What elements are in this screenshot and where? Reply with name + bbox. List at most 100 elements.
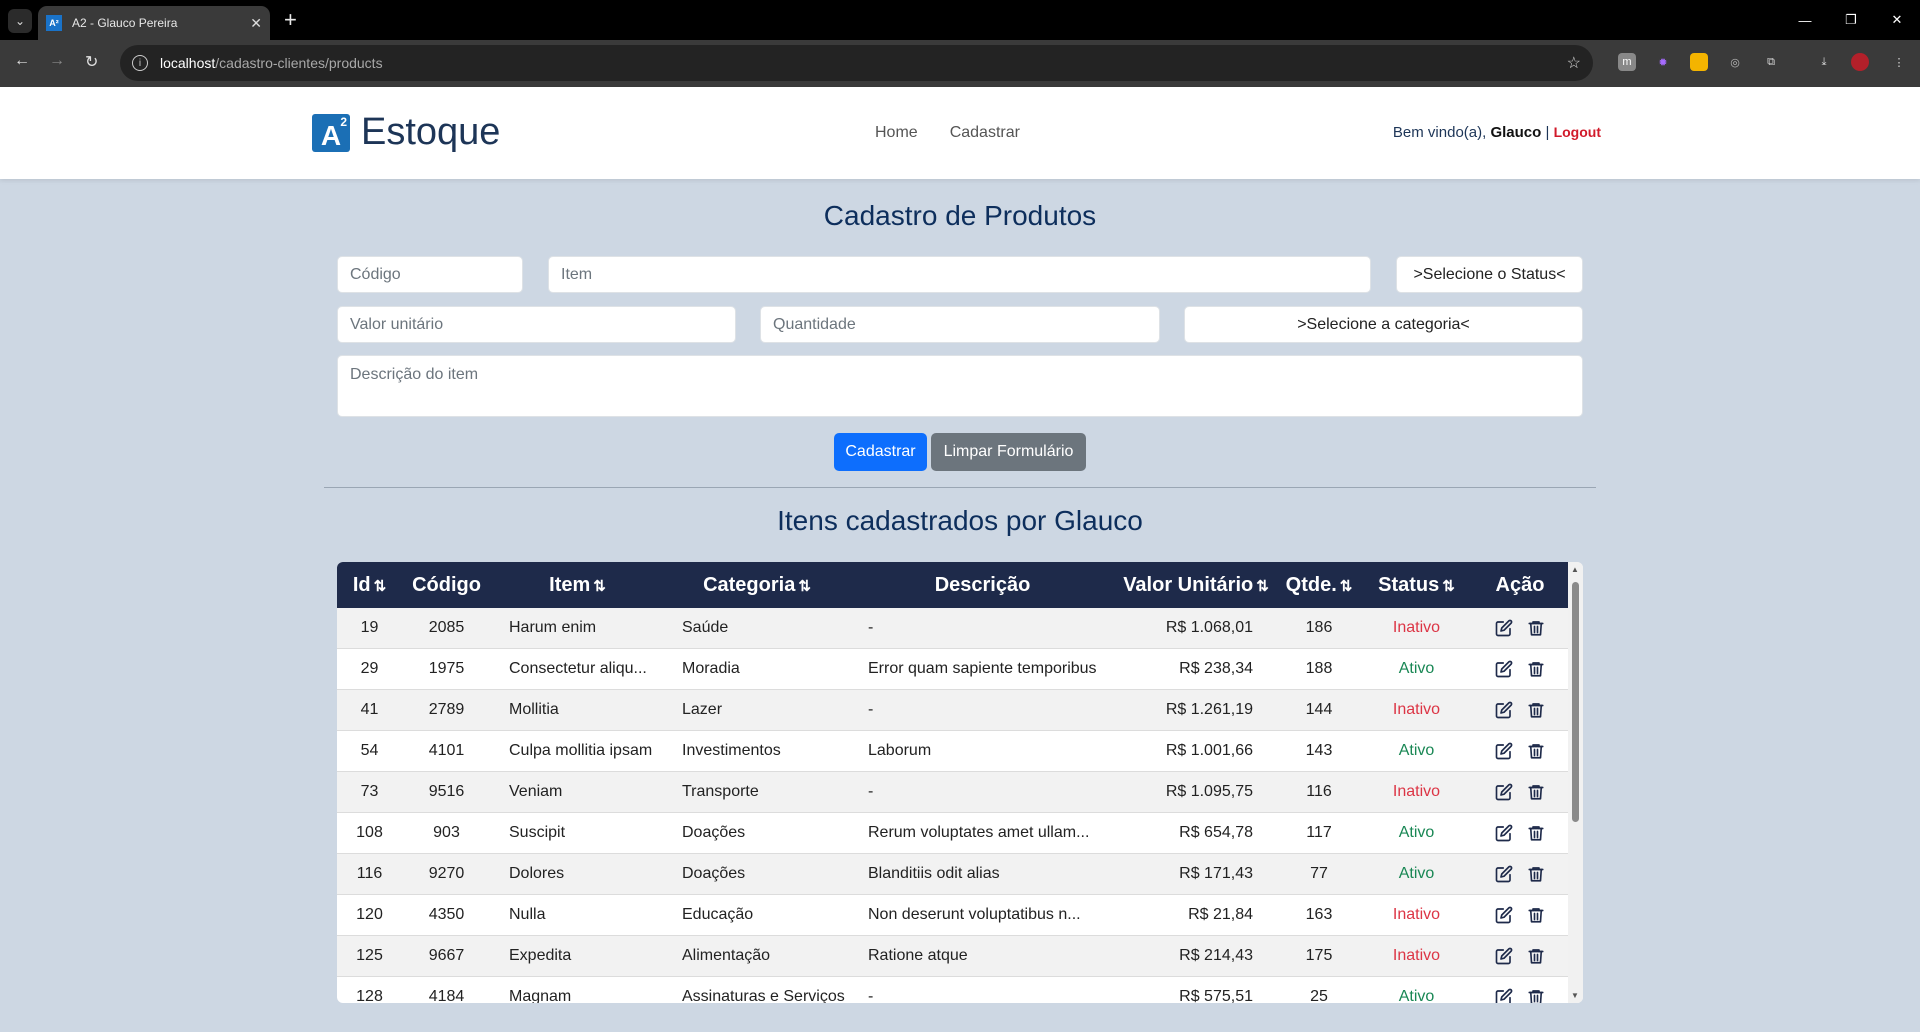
cell-descricao: - [868,783,874,800]
table-scrollbar[interactable]: ▲ ▼ [1568,562,1583,1003]
scroll-down-icon[interactable]: ▼ [1571,991,1579,1000]
trash-icon[interactable] [1527,742,1545,760]
tab-list-button[interactable]: ⌄ [8,9,32,33]
extension-glasses-icon[interactable]: ◎ [1726,53,1744,71]
reload-icon[interactable]: ↻ [85,52,98,72]
trash-icon[interactable] [1527,865,1545,883]
table-row: 41 2789 Mollitia Lazer - R$ 1.261,19 144 Inativ… [337,690,1568,731]
cell-item: Dolores [509,865,565,882]
edit-icon[interactable] [1495,619,1513,637]
status-select[interactable]: >Selecione o Status< [1396,256,1583,293]
col-header-categoria[interactable]: Categoria ⇅ [664,574,850,597]
tab-close-icon[interactable]: ✕ [250,15,262,32]
cell-codigo: 9667 [428,947,465,964]
status-badge: Ativo [1398,660,1435,677]
download-icon[interactable]: ⤓ [1815,53,1833,71]
cell-valor: R$ 238,34 [1179,660,1253,677]
trash-icon[interactable] [1527,783,1545,801]
profile-avatar[interactable] [1851,53,1869,71]
cell-codigo: 2789 [428,701,465,718]
sort-icon[interactable]: ⇅ [798,578,811,595]
cell-id: 54 [360,742,379,759]
edit-icon[interactable] [1495,824,1513,842]
trash-icon[interactable] [1527,660,1545,678]
sort-icon[interactable]: ⇅ [374,578,387,595]
minimize-icon[interactable]: — [1782,0,1828,40]
cell-acao [1472,906,1568,924]
status-badge: Ativo [1398,988,1435,1003]
edit-icon[interactable] [1495,988,1513,1003]
status-badge: Ativo [1398,865,1435,882]
cell-acao [1472,824,1568,842]
col-header-qtde[interactable]: Qtde. ⇅ [1277,574,1361,597]
trash-icon[interactable] [1527,988,1545,1003]
browser-menu-icon[interactable]: ⋮ [1890,53,1908,71]
edit-icon[interactable] [1495,701,1513,719]
app-header: A2 Estoque Home Cadastrar Bem vindo(a), … [0,87,1920,179]
close-window-icon[interactable]: ✕ [1874,0,1920,40]
cell-categoria: Doações [682,865,746,882]
cell-categoria: Doações [682,824,746,841]
sort-icon[interactable]: ⇅ [1256,578,1269,595]
edit-icon[interactable] [1495,783,1513,801]
cell-id: 116 [356,865,383,882]
trash-icon[interactable] [1527,619,1545,637]
sort-icon[interactable]: ⇅ [1340,578,1353,595]
cell-categoria: Saúde [682,619,729,636]
cell-qtde: 175 [1305,947,1333,964]
scroll-thumb[interactable] [1572,582,1579,822]
sort-icon[interactable]: ⇅ [593,578,606,595]
col-header-id[interactable]: Id ⇅ [337,574,402,597]
trash-icon[interactable] [1527,701,1545,719]
limpar-formulario-button[interactable]: Limpar Formulário [931,433,1086,471]
table-row: 19 2085 Harum enim Saúde - R$ 1.068,01 186 Inat… [337,608,1568,649]
cell-item: Culpa mollitia ipsam [509,742,653,759]
descricao-textarea[interactable]: Descrição do item [337,355,1583,417]
sort-icon[interactable]: ⇅ [1442,578,1455,595]
logout-link[interactable]: Logout [1554,124,1601,140]
table-row: 125 9667 Expedita Alimentação Ratione atque R… [337,936,1568,977]
cell-acao [1472,742,1568,760]
col-header-item[interactable]: Item ⇅ [491,574,664,597]
quantidade-input[interactable]: Quantidade [760,306,1160,343]
edit-icon[interactable] [1495,742,1513,760]
bookmark-star-icon[interactable]: ☆ [1567,53,1581,73]
table-header: Id ⇅ Código Item ⇅ Categoria ⇅ Descrição Va… [337,562,1568,608]
cell-id: 29 [360,660,379,677]
edit-icon[interactable] [1495,865,1513,883]
trash-icon[interactable] [1527,947,1545,965]
nav-cadastrar-link[interactable]: Cadastrar [950,124,1020,142]
cell-acao [1472,988,1568,1003]
scroll-up-icon[interactable]: ▲ [1571,565,1579,574]
cell-valor: R$ 1.261,19 [1165,701,1253,718]
edit-icon[interactable] [1495,947,1513,965]
browser-tab[interactable]: A² A2 - Glauco Pereira ✕ [38,6,270,40]
item-input[interactable]: Item [548,256,1371,293]
col-header-status[interactable]: Status ⇅ [1361,574,1472,597]
categoria-select[interactable]: >Selecione a categoria< [1184,306,1583,343]
site-info-icon[interactable]: i [132,55,148,71]
trash-icon[interactable] [1527,906,1545,924]
extension-gear-icon[interactable]: ✹ [1654,53,1672,71]
trash-icon[interactable] [1527,824,1545,842]
back-icon[interactable]: ← [14,52,30,70]
nav-home-link[interactable]: Home [875,124,918,142]
extension-m-icon[interactable]: m [1618,53,1636,71]
cell-codigo: 4184 [428,988,465,1003]
new-tab-button[interactable]: + [284,7,297,33]
cell-acao [1472,947,1568,965]
col-header-valor[interactable]: Valor Unitário ⇅ [1115,574,1277,597]
restore-icon[interactable]: ❐ [1828,0,1874,40]
edit-icon[interactable] [1495,660,1513,678]
codigo-input[interactable]: Código [337,256,523,293]
extensions-puzzle-icon[interactable]: ⧉ [1762,53,1780,71]
cadastrar-button[interactable]: Cadastrar [834,433,927,471]
cell-id: 108 [356,824,383,841]
address-bar[interactable]: i localhost/cadastro-clientes/products ☆ [120,45,1593,81]
forward-icon[interactable]: → [49,52,65,70]
cell-item: Mollitia [509,701,559,718]
valor-unitario-input[interactable]: Valor unitário [337,306,736,343]
cell-id: 120 [356,906,383,923]
extension-keep-icon[interactable] [1690,53,1708,71]
edit-icon[interactable] [1495,906,1513,924]
